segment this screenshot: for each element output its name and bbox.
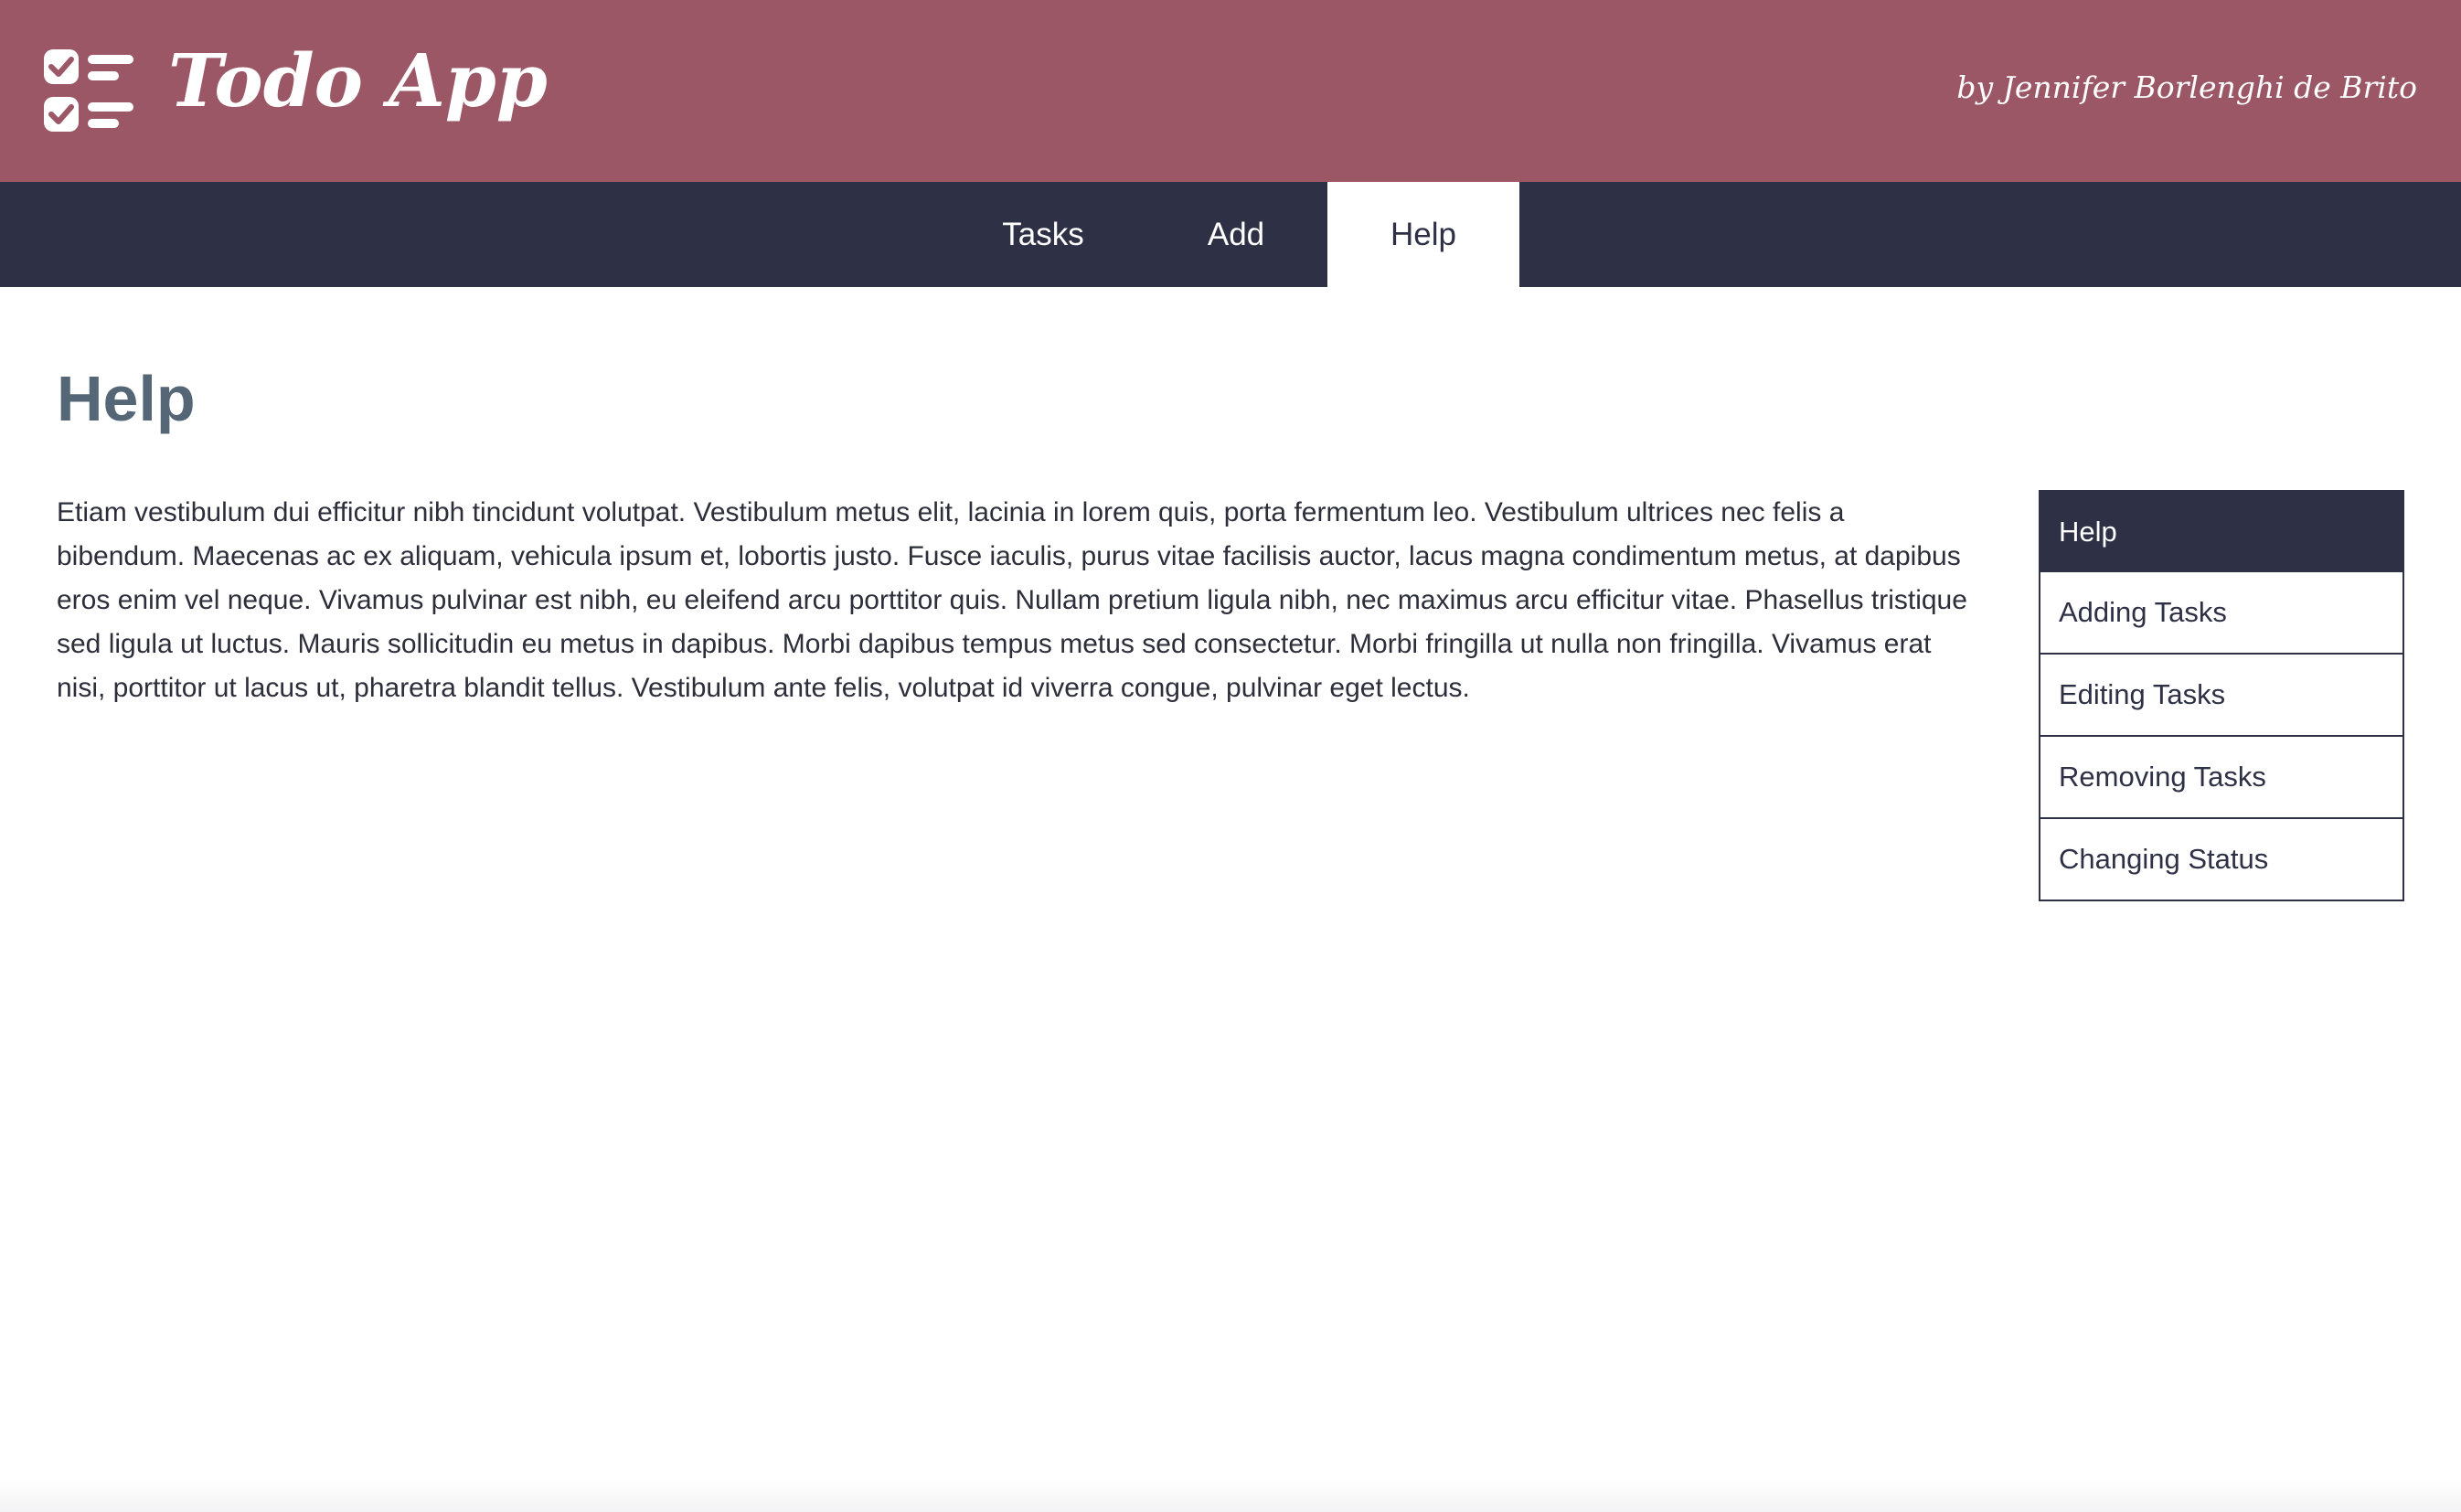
tab-tasks[interactable]: Tasks	[969, 182, 1117, 287]
author-byline: by Jennifer Borlenghi de Brito	[1956, 69, 2417, 105]
tab-add[interactable]: Add	[1172, 182, 1300, 287]
tab-help[interactable]: Help	[1327, 182, 1519, 287]
side-menu-item-editing-tasks[interactable]: Editing Tasks	[2039, 655, 2404, 737]
side-menu-item-changing-status[interactable]: Changing Status	[2039, 819, 2404, 901]
help-body-text: Etiam vestibulum dui efficitur nibh tinc…	[57, 497, 1967, 703]
help-side-menu: Help Adding Tasks Editing Tasks Removing…	[2039, 490, 2404, 901]
side-menu-item-adding-tasks[interactable]: Adding Tasks	[2039, 572, 2404, 655]
app-title: Todo App	[168, 37, 548, 123]
page-title: Help	[57, 363, 196, 434]
main-nav: Tasks Add Help	[0, 182, 2461, 287]
checklist-icon	[44, 49, 133, 132]
bottom-shadow	[0, 1479, 2461, 1512]
side-menu-item-help[interactable]: Help	[2039, 490, 2404, 572]
app-header: Todo App by Jennifer Borlenghi de Brito	[0, 0, 2461, 182]
side-menu-item-removing-tasks[interactable]: Removing Tasks	[2039, 737, 2404, 819]
